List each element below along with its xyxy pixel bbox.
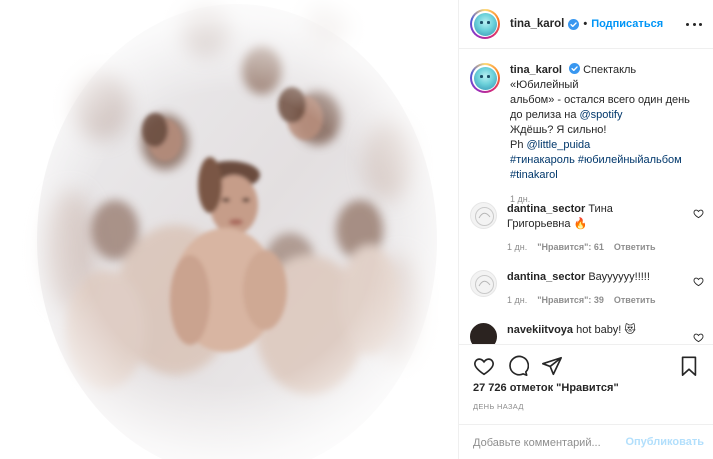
comment-username[interactable]: navekiitvoya <box>507 324 573 336</box>
post-caption: tina_karol Спектакль «Юбилейный альбом» … <box>470 63 710 207</box>
comment-likes[interactable]: "Нравится": 61 <box>537 240 604 255</box>
author-avatar[interactable] <box>470 9 500 39</box>
publish-button[interactable]: Опубликовать <box>625 436 704 448</box>
commenter-avatar[interactable] <box>470 270 497 297</box>
comment-text: Тина <box>588 203 613 215</box>
post-image[interactable] <box>0 0 458 459</box>
comment-time[interactable]: 1 дн. <box>507 240 527 255</box>
avatar-image <box>473 12 497 36</box>
comment-like-heart-icon[interactable] <box>693 208 704 219</box>
author-username[interactable]: tina_karol <box>510 18 564 30</box>
post-actions: 27 726 отметок "Нравится" ДЕНЬ НАЗАД Опу… <box>459 344 713 459</box>
heart-icon[interactable] <box>473 355 495 377</box>
mention-photographer-link[interactable]: @little_puida <box>527 139 591 151</box>
add-comment-bar: Опубликовать <box>459 424 713 459</box>
comment-text: hot baby! 😻 <box>576 324 636 336</box>
likes-count[interactable]: 27 726 отметок "Нравится" <box>473 382 619 394</box>
share-icon[interactable] <box>541 355 563 377</box>
comment-text: Вауууууу!!!!! <box>588 271 650 283</box>
separator-dot: • <box>583 18 588 30</box>
comment-like-heart-icon[interactable] <box>693 276 704 287</box>
more-options-icon[interactable] <box>686 18 702 30</box>
post-photo <box>0 0 458 459</box>
comment-icon[interactable] <box>507 355 529 377</box>
caption-text: tina_karol Спектакль «Юбилейный альбом» … <box>510 63 700 207</box>
comment-username[interactable]: dantina_sector <box>507 203 585 215</box>
comment-text-cont: Григорьевна 🔥 <box>507 218 588 230</box>
follow-button[interactable]: Подписаться <box>591 18 663 30</box>
comment-like-heart-icon[interactable] <box>693 332 704 343</box>
caption-line-3: до релиза на <box>510 109 580 121</box>
post-date[interactable]: ДЕНЬ НАЗАД <box>473 402 524 411</box>
comment-item: dantina_sector Тина Григорьевна 🔥 1 дн. … <box>470 202 710 255</box>
commenter-avatar[interactable] <box>470 202 497 229</box>
caption-username[interactable]: tina_karol <box>510 64 562 76</box>
comment-time[interactable]: 1 дн. <box>507 293 527 308</box>
caption-avatar[interactable] <box>470 63 500 93</box>
reply-button[interactable]: Ответить <box>614 293 656 308</box>
verified-badge-icon <box>568 18 580 30</box>
mention-spotify-link[interactable]: @spotify <box>580 109 623 121</box>
comment-likes[interactable]: "Нравится": 39 <box>537 293 604 308</box>
reply-button[interactable]: Ответить <box>614 240 656 255</box>
hashtags-line-2[interactable]: #tinakarol <box>510 168 700 183</box>
post-header: tina_karol • Подписаться <box>459 0 713 49</box>
post-sidebar: tina_karol • Подписаться tina_karol Спек… <box>458 0 713 459</box>
caption-line-2: альбом» - остался всего один день <box>510 94 690 106</box>
commenter-avatar[interactable] <box>470 323 497 344</box>
comments-section: tina_karol Спектакль «Юбилейный альбом» … <box>459 50 713 344</box>
verified-badge-icon <box>569 63 581 74</box>
comment-item: dantina_sector Вауууууу!!!!! 1 дн. "Нрав… <box>470 270 710 308</box>
hashtags-line-1[interactable]: #тинакароль #юбилейныйальбом <box>510 153 700 168</box>
caption-line-5: Ph <box>510 139 527 151</box>
comment-item: navekiitvoya hot baby! 😻 <box>470 323 710 344</box>
avatar-image <box>473 66 497 90</box>
comment-input[interactable] <box>473 436 633 449</box>
instagram-post: tina_karol • Подписаться tina_karol Спек… <box>0 0 713 459</box>
caption-line-4: Ждёшь? Я сильно! <box>510 124 607 136</box>
bookmark-icon[interactable] <box>678 355 700 377</box>
comment-username[interactable]: dantina_sector <box>507 271 585 283</box>
